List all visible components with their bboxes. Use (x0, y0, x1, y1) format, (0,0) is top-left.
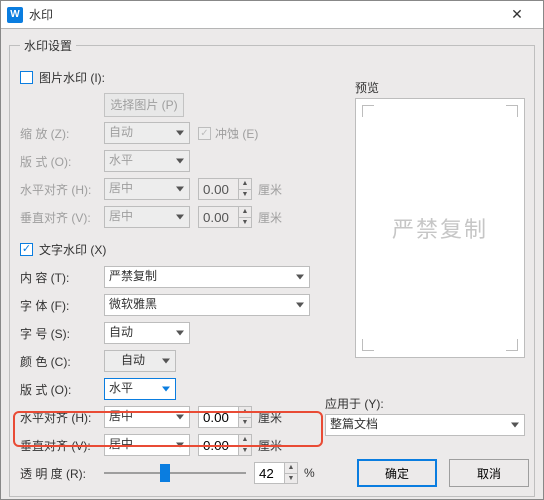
close-button[interactable]: ✕ (497, 6, 537, 23)
select-file-button[interactable]: 选择图片 (P) (104, 93, 184, 117)
txt-halign-spin[interactable]: ▲▼ (198, 406, 252, 428)
img-layout-label: 版 式 (O): (20, 153, 104, 170)
img-halign-label: 水平对齐 (H): (20, 181, 104, 198)
txt-layout-select[interactable]: 水平 (104, 378, 176, 400)
color-label: 颜 色 (C): (20, 353, 104, 370)
preview-watermark-text: 严禁复制 (392, 212, 488, 244)
img-layout-select: 水平 (104, 150, 190, 172)
img-valign-spin: ▲▼ (198, 206, 252, 228)
image-watermark-label: 图片水印 (I): (39, 69, 105, 86)
txt-halign-select[interactable]: 居中 (104, 406, 190, 428)
preview-panel: 预览 严禁复制 (355, 79, 525, 358)
text-watermark-checkbox[interactable] (20, 243, 33, 256)
img-halign-spin: ▲▼ (198, 178, 252, 200)
group-legend: 水印设置 (20, 37, 76, 54)
titlebar: W 水印 ✕ (1, 1, 543, 29)
content-select[interactable]: 严禁复制 (104, 266, 310, 288)
apply-to-label: 应用于 (Y): (325, 395, 525, 412)
washout-label: 冲蚀 (E) (215, 125, 258, 142)
size-label: 字 号 (S): (20, 325, 104, 342)
color-select[interactable]: 自动 (104, 350, 176, 372)
txt-valign-label: 垂直对齐 (V): (20, 437, 104, 454)
image-watermark-checkbox[interactable] (20, 71, 33, 84)
window-title: 水印 (29, 6, 53, 23)
txt-valign-select[interactable]: 居中 (104, 434, 190, 456)
img-valign-label: 垂直对齐 (V): (20, 209, 104, 226)
opacity-spin[interactable]: ▲▼ (254, 462, 298, 484)
font-select[interactable]: 微软雅黑 (104, 294, 310, 316)
apply-to-select[interactable]: 整篇文档 (325, 414, 525, 436)
content-label: 内 容 (T): (20, 269, 104, 286)
opacity-label: 透 明 度 (R): (20, 465, 104, 482)
apply-to-row: 应用于 (Y): 整篇文档 (325, 395, 525, 436)
zoom-label: 缩 放 (Z): (20, 125, 104, 142)
preview-label: 预览 (355, 79, 525, 96)
txt-layout-label: 版 式 (O): (20, 381, 104, 398)
txt-halign-label: 水平对齐 (H): (20, 409, 104, 426)
app-logo: W (7, 7, 23, 23)
text-watermark-label: 文字水印 (X) (39, 241, 106, 258)
size-select[interactable]: 自动 (104, 322, 190, 344)
percent-unit: % (304, 466, 315, 480)
img-valign-select: 居中 (104, 206, 190, 228)
washout-checkbox (198, 127, 211, 140)
opacity-slider[interactable] (104, 462, 246, 484)
txt-valign-spin[interactable]: ▲▼ (198, 434, 252, 456)
ok-button[interactable]: 确定 (357, 459, 437, 487)
zoom-select: 自动 (104, 122, 190, 144)
font-label: 字 体 (F): (20, 297, 104, 314)
preview-page: 严禁复制 (355, 98, 525, 358)
cancel-button[interactable]: 取消 (449, 459, 529, 487)
img-halign-select: 居中 (104, 178, 190, 200)
unit-cm: 厘米 (258, 181, 282, 198)
